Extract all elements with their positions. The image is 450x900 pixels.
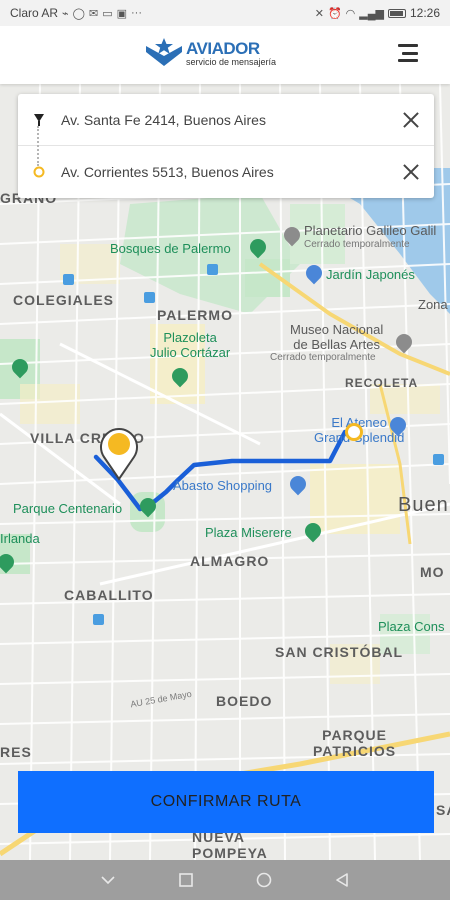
- origin-address[interactable]: Av. Santa Fe 2414, Buenos Aires: [61, 112, 266, 128]
- route-card: Av. Santa Fe 2414, Buenos Aires Av. Corr…: [18, 94, 434, 198]
- clock: 12:26: [409, 6, 440, 20]
- poi-jardin-japones[interactable]: Jardín Japonés: [326, 267, 415, 282]
- map-label-san-cristobal: SAN CRISTÓBAL: [275, 644, 404, 660]
- origin-arrow-icon: [32, 114, 46, 126]
- poi-plazoleta-cortazar[interactable]: Plazoleta Julio Cortázar: [150, 330, 230, 360]
- poi-abasto-shopping[interactable]: Abasto Shopping: [173, 478, 272, 493]
- back-icon[interactable]: [332, 870, 352, 890]
- confirm-route-button[interactable]: CONFIRMAR RUTA: [18, 771, 434, 833]
- poi-irlanda[interactable]: Irlanda: [0, 531, 40, 546]
- screen-icon: ▣: [116, 7, 127, 20]
- home-icon[interactable]: [254, 870, 274, 890]
- poi-plaza-miserere[interactable]: Plaza Miserere: [205, 525, 292, 540]
- app-logo[interactable]: AVIADOR servicio de mensajería: [146, 38, 276, 68]
- poi-plaza-cons[interactable]: Plaza Cons: [378, 619, 444, 634]
- subway-station-icon: [433, 454, 444, 465]
- origin-location-pin-icon[interactable]: [96, 423, 142, 481]
- map-label-boedo: BOEDO: [216, 693, 273, 709]
- usb-icon: ⌁: [62, 7, 69, 20]
- map-label-parque-patricios: PARQUE PATRICIOS: [313, 727, 397, 759]
- destination-circle-icon: [32, 166, 46, 178]
- clear-origin-icon[interactable]: [402, 111, 420, 129]
- menu-line: [398, 59, 418, 62]
- mute-icon: ✕: [314, 7, 324, 20]
- destination-address[interactable]: Av. Corrientes 5513, Buenos Aires: [61, 164, 274, 180]
- aviador-logo-icon: [146, 38, 182, 66]
- poi-planetario-status: Cerrado temporalmente: [304, 239, 410, 250]
- map-view[interactable]: GRANO PALERMO COLEGIALES VILLA CRESPO AL…: [0, 84, 450, 860]
- android-nav-bar: [0, 860, 450, 900]
- alarm-icon: ⏰: [327, 7, 342, 20]
- poi-bosques-de-palermo[interactable]: Bosques de Palermo: [110, 241, 231, 256]
- menu-line: [398, 44, 418, 47]
- map-label-caballito: CABALLITO: [64, 587, 154, 603]
- poi-parque-centenario[interactable]: Parque Centenario: [13, 501, 122, 516]
- poi-museo-bellas-artes[interactable]: Museo Nacional de Bellas Artes: [290, 322, 383, 352]
- status-bar-right: ✕ ⏰ ◠ ▂▄▆ 12:26: [315, 6, 440, 20]
- subway-station-icon: [93, 614, 104, 625]
- battery-icon: [387, 8, 406, 18]
- map-label-almagro: ALMAGRO: [190, 553, 270, 569]
- status-bar-left: Claro AR ⌁ ◯ ✉ ▭ ▣ ···: [10, 6, 142, 20]
- map-label-res: RES: [0, 744, 32, 760]
- status-bar: Claro AR ⌁ ◯ ✉ ▭ ▣ ··· ✕ ⏰ ◠ ▂▄▆ 12:26: [0, 0, 450, 26]
- clear-destination-icon[interactable]: [402, 163, 420, 181]
- carrier-name: Claro AR: [10, 6, 59, 20]
- map-label-recoleta: RECOLETA: [345, 376, 419, 390]
- poi-planetario[interactable]: Planetario Galileo Galil: [304, 223, 436, 238]
- destination-marker-icon[interactable]: [345, 423, 363, 441]
- route-connector-dots: [37, 126, 39, 166]
- logo-name: AVIADOR: [186, 38, 260, 58]
- destination-row[interactable]: Av. Corrientes 5513, Buenos Aires: [18, 146, 434, 198]
- hamburger-menu-icon[interactable]: [398, 44, 418, 62]
- more-icon: ···: [131, 7, 142, 19]
- poi-zona[interactable]: Zona: [418, 297, 448, 312]
- wifi-icon: ◠: [345, 7, 356, 20]
- subway-station-icon: [207, 264, 218, 275]
- map-label-mo: MO: [420, 564, 445, 580]
- whatsapp-icon: ◯: [72, 7, 85, 20]
- logo-text: AVIADOR servicio de mensajería: [186, 40, 276, 67]
- image-icon: ▭: [102, 7, 113, 20]
- signal-icon: ▂▄▆: [359, 7, 384, 20]
- hide-keyboard-icon[interactable]: [98, 870, 118, 890]
- logo-subtitle: servicio de mensajería: [186, 56, 277, 67]
- map-label-palermo: PALERMO: [157, 307, 233, 323]
- menu-line: [402, 51, 418, 55]
- mail-icon: ✉: [88, 7, 99, 20]
- subway-station-icon: [144, 292, 155, 303]
- poi-museo-status: Cerrado temporalmente: [270, 352, 376, 363]
- origin-row[interactable]: Av. Santa Fe 2414, Buenos Aires: [18, 94, 434, 146]
- app-header: AVIADOR servicio de mensajería: [0, 26, 450, 84]
- map-label-sa: SA: [436, 802, 450, 818]
- recent-apps-icon[interactable]: [176, 870, 196, 890]
- map-label-colegiales: COLEGIALES: [13, 292, 115, 308]
- map-label-buen: Buen: [398, 494, 449, 516]
- subway-station-icon: [63, 274, 74, 285]
- map-label-nueva-pompeya: NUEVA POMPEYA: [192, 829, 268, 860]
